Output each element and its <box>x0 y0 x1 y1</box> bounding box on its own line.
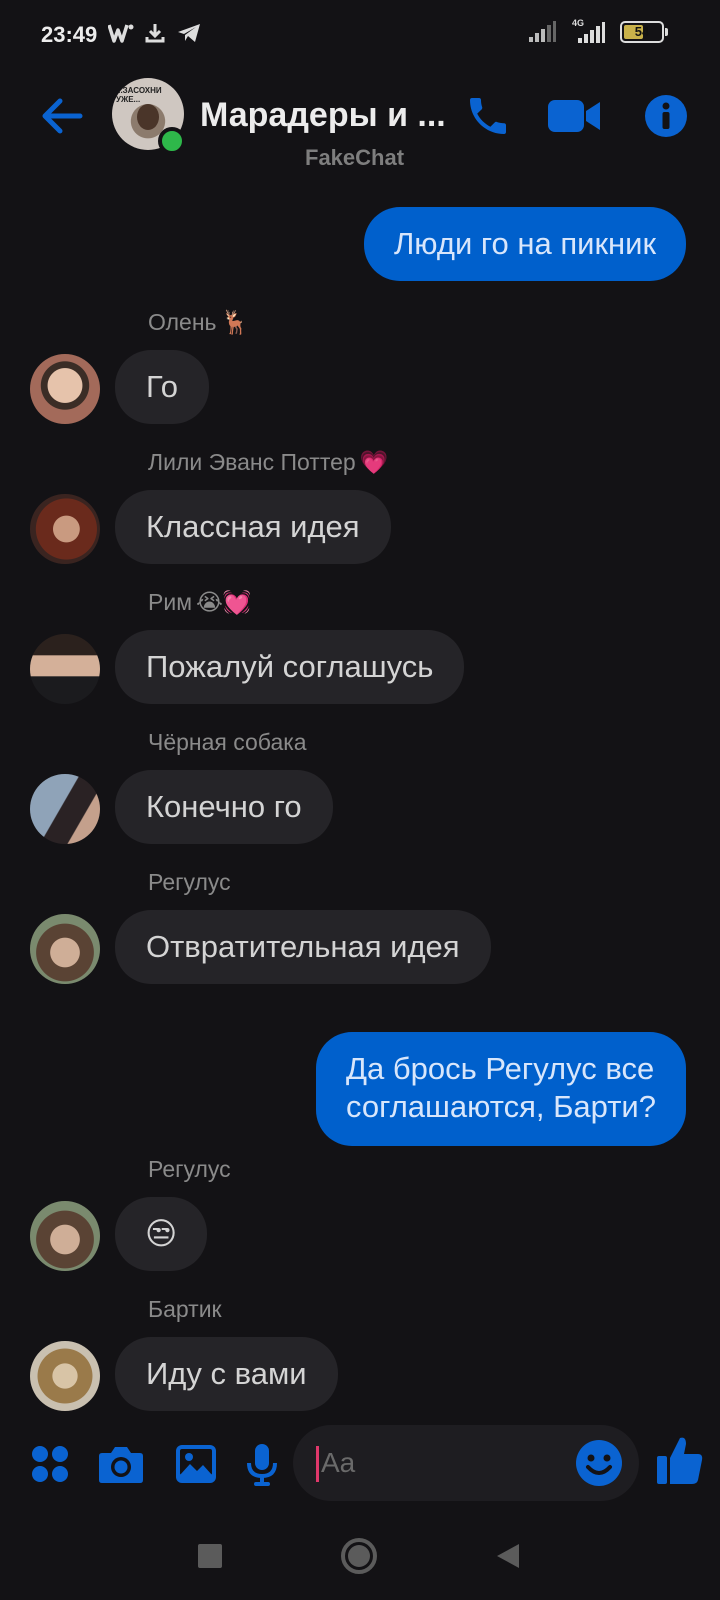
avatar[interactable] <box>30 1341 100 1411</box>
avatar[interactable] <box>30 1201 100 1271</box>
notification-icons <box>108 22 202 44</box>
message-input-box[interactable] <box>293 1425 639 1501</box>
sender-name: Рим 😭💓 <box>148 589 252 615</box>
back-nav-button[interactable] <box>484 1532 532 1580</box>
microphone-icon <box>247 1444 277 1486</box>
gallery-button[interactable] <box>172 1440 220 1488</box>
sender-name: Бартик <box>148 1296 222 1322</box>
menu-button[interactable] <box>26 1440 74 1488</box>
message-input[interactable] <box>321 1446 551 1480</box>
chat-title[interactable]: Марадеры и ... <box>200 96 446 135</box>
avatar[interactable] <box>30 774 100 844</box>
w-app-icon <box>108 24 134 43</box>
voice-button[interactable] <box>238 1440 286 1488</box>
chat-subtitle: FakeChat <box>305 145 405 170</box>
video-camera-icon <box>548 100 600 132</box>
square-icon <box>198 1544 222 1568</box>
battery-icon: 54 <box>620 21 664 43</box>
triangle-back-icon <box>497 1544 519 1568</box>
avatar[interactable] <box>30 914 100 984</box>
battery-level: 54 <box>634 24 650 39</box>
grid-dots-icon <box>32 1446 68 1482</box>
status-time: 23:49 <box>41 22 98 47</box>
avatar-caption: ...ЗАСОХНИ УЖЕ... <box>116 86 162 104</box>
arrow-left-icon <box>42 98 83 134</box>
signal-icon <box>529 21 556 42</box>
image-icon <box>176 1445 216 1483</box>
download-icon <box>145 24 165 43</box>
incoming-message[interactable]: 😒 <box>115 1197 208 1271</box>
incoming-message[interactable]: Пожалуй соглашусь <box>115 630 465 704</box>
sender-name: Регулус <box>148 1156 231 1182</box>
telegram-icon <box>178 24 200 42</box>
circle-icon <box>341 1538 377 1574</box>
sender-name: Олень 🦌 <box>148 309 250 335</box>
recents-button[interactable] <box>186 1532 234 1580</box>
video-call-button[interactable] <box>548 90 600 142</box>
incoming-message[interactable]: Иду с вами <box>115 1337 338 1411</box>
message-line: соглашаются, Барти? <box>346 1089 656 1124</box>
camera-icon <box>99 1447 143 1483</box>
avatar[interactable] <box>30 634 100 704</box>
phone-icon <box>470 98 506 134</box>
thumbs-up-icon <box>657 1437 703 1484</box>
home-button[interactable] <box>335 1532 383 1580</box>
message-composer <box>0 1418 720 1508</box>
sender-name: Лили Эванс Поттер 💗 <box>148 449 389 475</box>
battery-indicator: 54 <box>620 21 668 43</box>
smiley-icon <box>576 1440 622 1486</box>
emoji-button[interactable] <box>575 1439 623 1487</box>
status-bar: 23:49 4G 54 <box>0 0 720 70</box>
back-button[interactable] <box>40 94 84 138</box>
info-button[interactable] <box>640 90 692 142</box>
outgoing-message[interactable]: Люди го на пикник <box>363 207 686 281</box>
like-button[interactable] <box>655 1432 705 1488</box>
signal-4g: 4G <box>570 18 606 44</box>
call-button[interactable] <box>462 90 514 142</box>
online-indicator <box>158 127 186 155</box>
system-icons: 4G 54 <box>528 18 668 44</box>
incoming-message[interactable]: Конечно го <box>115 770 333 844</box>
info-icon <box>645 95 687 137</box>
avatar[interactable] <box>30 354 100 424</box>
incoming-message[interactable]: Отвратительная идея <box>115 910 491 984</box>
incoming-message[interactable]: Классная идея <box>115 490 391 564</box>
text-caret <box>316 1446 319 1482</box>
system-nav-bar <box>0 1510 720 1600</box>
camera-button[interactable] <box>97 1440 145 1488</box>
message-list[interactable]: Люди го на пикник Олень 🦌 Го Лили Эванс П… <box>0 195 720 1415</box>
incoming-message[interactable]: Го <box>115 350 209 424</box>
avatar[interactable] <box>30 494 100 564</box>
message-line: Да брось Регулус все <box>346 1051 655 1086</box>
sender-name: Регулус <box>148 869 231 895</box>
chat-header: ...ЗАСОХНИ УЖЕ... Марадеры и ... FakeChat <box>0 70 720 195</box>
sender-name: Чёрная собака <box>148 729 307 755</box>
outgoing-message[interactable]: Да брось Регулус все соглашаются, Барти? <box>316 1032 686 1146</box>
signal-icon <box>578 22 605 43</box>
